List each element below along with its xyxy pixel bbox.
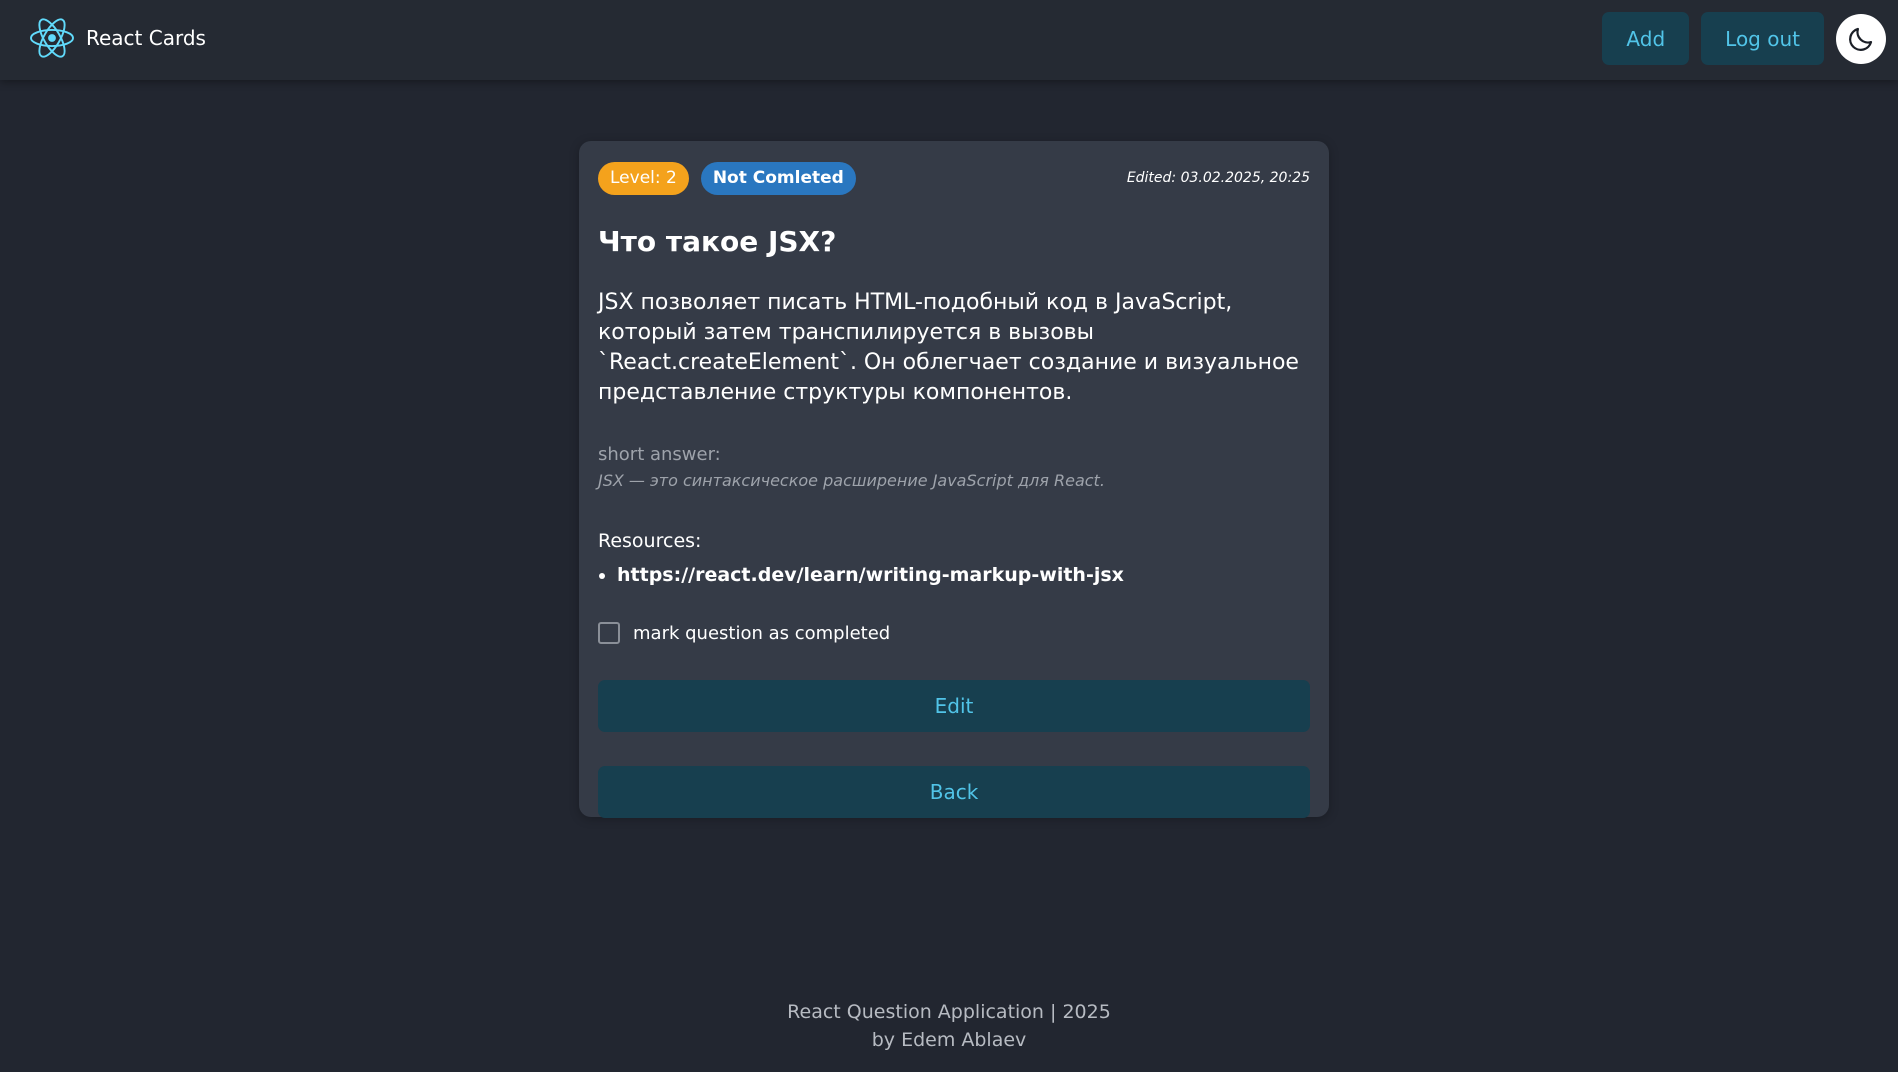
edited-timestamp: Edited: 03.02.2025, 20:25 [1126, 170, 1310, 186]
footer-line-1: React Question Application | 2025 [787, 1001, 1111, 1023]
brand-name: React Cards [86, 26, 206, 50]
question-description: JSX позволяет писать HTML-подобный код в… [598, 290, 1299, 405]
card-top-row: Level: 2 Not Comleted Edited: 03.02.2025… [598, 161, 1310, 195]
add-button[interactable]: Add [1602, 12, 1690, 65]
resources-list: https://react.dev/learn/writing-markup-w… [598, 564, 1310, 586]
resources-label: Resources: [598, 530, 702, 552]
short-answer-text: JSX — это синтаксическое расширение Java… [598, 471, 1105, 490]
footer: React Question Application | 2025 by Ede… [0, 998, 1898, 1054]
top-header: React Cards Add Log out [0, 0, 1898, 80]
back-button[interactable]: Back [598, 766, 1310, 818]
header-actions: Add Log out [1602, 12, 1886, 65]
completed-checkbox-label[interactable]: mark question as completed [633, 623, 890, 644]
short-answer-label: short answer: [598, 444, 721, 465]
react-logo-icon [30, 18, 74, 58]
brand-link[interactable]: React Cards [30, 16, 206, 60]
level-badge: Level: 2 [598, 161, 689, 195]
theme-toggle-button[interactable] [1836, 13, 1886, 64]
completed-checkbox[interactable] [598, 622, 620, 644]
complete-row: mark question as completed [598, 622, 1310, 644]
list-item: https://react.dev/learn/writing-markup-w… [617, 564, 1310, 586]
badges: Level: 2 Not Comleted [598, 161, 868, 195]
status-badge: Not Comleted [700, 161, 856, 195]
question-card: Level: 2 Not Comleted Edited: 03.02.2025… [579, 141, 1329, 818]
footer-line-2: by Edem Ablaev [871, 1029, 1027, 1051]
question-title: Что такое JSX? [598, 225, 837, 258]
moon-icon [1849, 27, 1873, 51]
edit-button[interactable]: Edit [598, 680, 1310, 732]
resource-link[interactable]: https://react.dev/learn/writing-markup-w… [617, 564, 1124, 586]
logout-button[interactable]: Log out [1701, 12, 1824, 65]
